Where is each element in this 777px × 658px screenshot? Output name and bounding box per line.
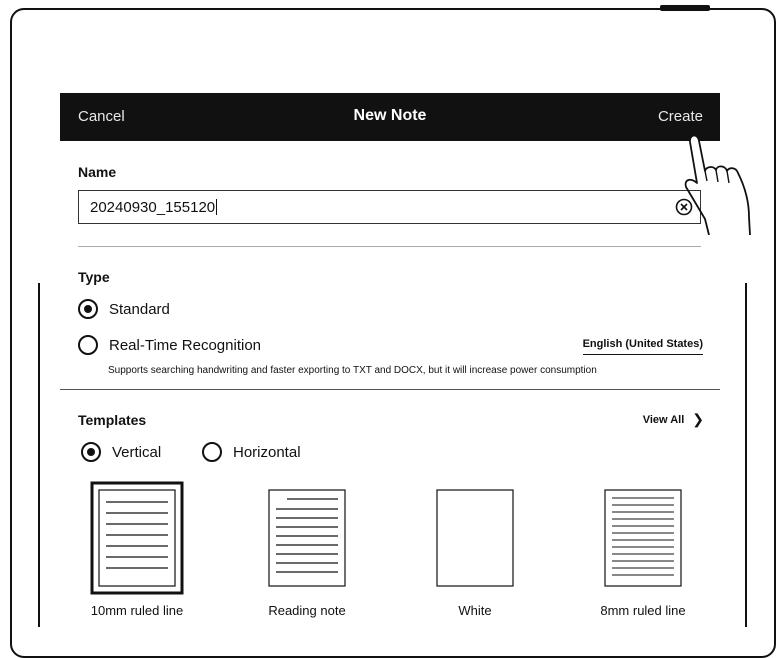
- blank-paper-icon: [436, 489, 514, 587]
- type-label: Type: [78, 269, 110, 285]
- create-button[interactable]: Create: [658, 108, 703, 125]
- reading-note-paper-icon: [268, 489, 346, 587]
- radio-selected-icon[interactable]: [81, 442, 101, 462]
- name-label: Name: [78, 164, 117, 180]
- template-label: 10mm ruled line: [90, 603, 184, 618]
- device-edge-left: [38, 283, 40, 627]
- ruled-line-paper-icon: [90, 481, 184, 595]
- radio-selected-icon[interactable]: [78, 299, 98, 319]
- device-edge-right: [745, 283, 747, 627]
- dialog-titlebar: Cancel New Note Create: [60, 93, 720, 141]
- dialog-title: New Note: [353, 107, 427, 124]
- template-label: 8mm ruled line: [600, 603, 686, 618]
- name-input-value: 20240930_155120: [90, 199, 216, 216]
- template-label: White: [458, 603, 492, 618]
- type-standard-option[interactable]: Standard: [78, 299, 170, 319]
- template-10mm-ruled-line[interactable]: 10mm ruled line: [62, 478, 212, 618]
- orientation-horizontal-option[interactable]: Horizontal: [202, 442, 301, 462]
- templates-label: Templates: [78, 412, 147, 428]
- divider: [78, 246, 701, 247]
- view-all-label: View All: [642, 413, 685, 426]
- template-8mm-ruled-line[interactable]: 8mm ruled line: [568, 478, 718, 618]
- template-label: Reading note: [268, 603, 346, 618]
- new-note-dialog: Cancel New Note Create Name 20240930_155…: [60, 93, 720, 627]
- dense-ruled-paper-icon: [604, 489, 682, 587]
- chevron-right-icon: ❯: [692, 411, 704, 427]
- device-button: [660, 5, 710, 11]
- orientation-horizontal-label: Horizontal: [233, 443, 301, 461]
- radio-unselected-icon[interactable]: [202, 442, 222, 462]
- text-cursor: [216, 199, 218, 215]
- type-standard-label: Standard: [109, 300, 170, 318]
- view-all-link[interactable]: View All ❯: [643, 411, 704, 428]
- template-white[interactable]: White: [400, 478, 550, 618]
- section-divider: [60, 389, 720, 390]
- orientation-vertical-option[interactable]: Vertical: [81, 442, 161, 462]
- radio-unselected-icon[interactable]: [78, 335, 98, 355]
- name-input[interactable]: 20240930_155120: [78, 190, 701, 224]
- recognition-description: Supports searching handwriting and faste…: [108, 365, 597, 376]
- type-recognition-label: Real-Time Recognition: [109, 336, 262, 354]
- tapping-hand-icon: [676, 125, 751, 235]
- type-recognition-option[interactable]: Real-Time Recognition: [78, 335, 261, 355]
- orientation-vertical-label: Vertical: [112, 443, 162, 461]
- language-selector[interactable]: English (United States): [582, 338, 703, 355]
- template-reading-note[interactable]: Reading note: [232, 478, 382, 618]
